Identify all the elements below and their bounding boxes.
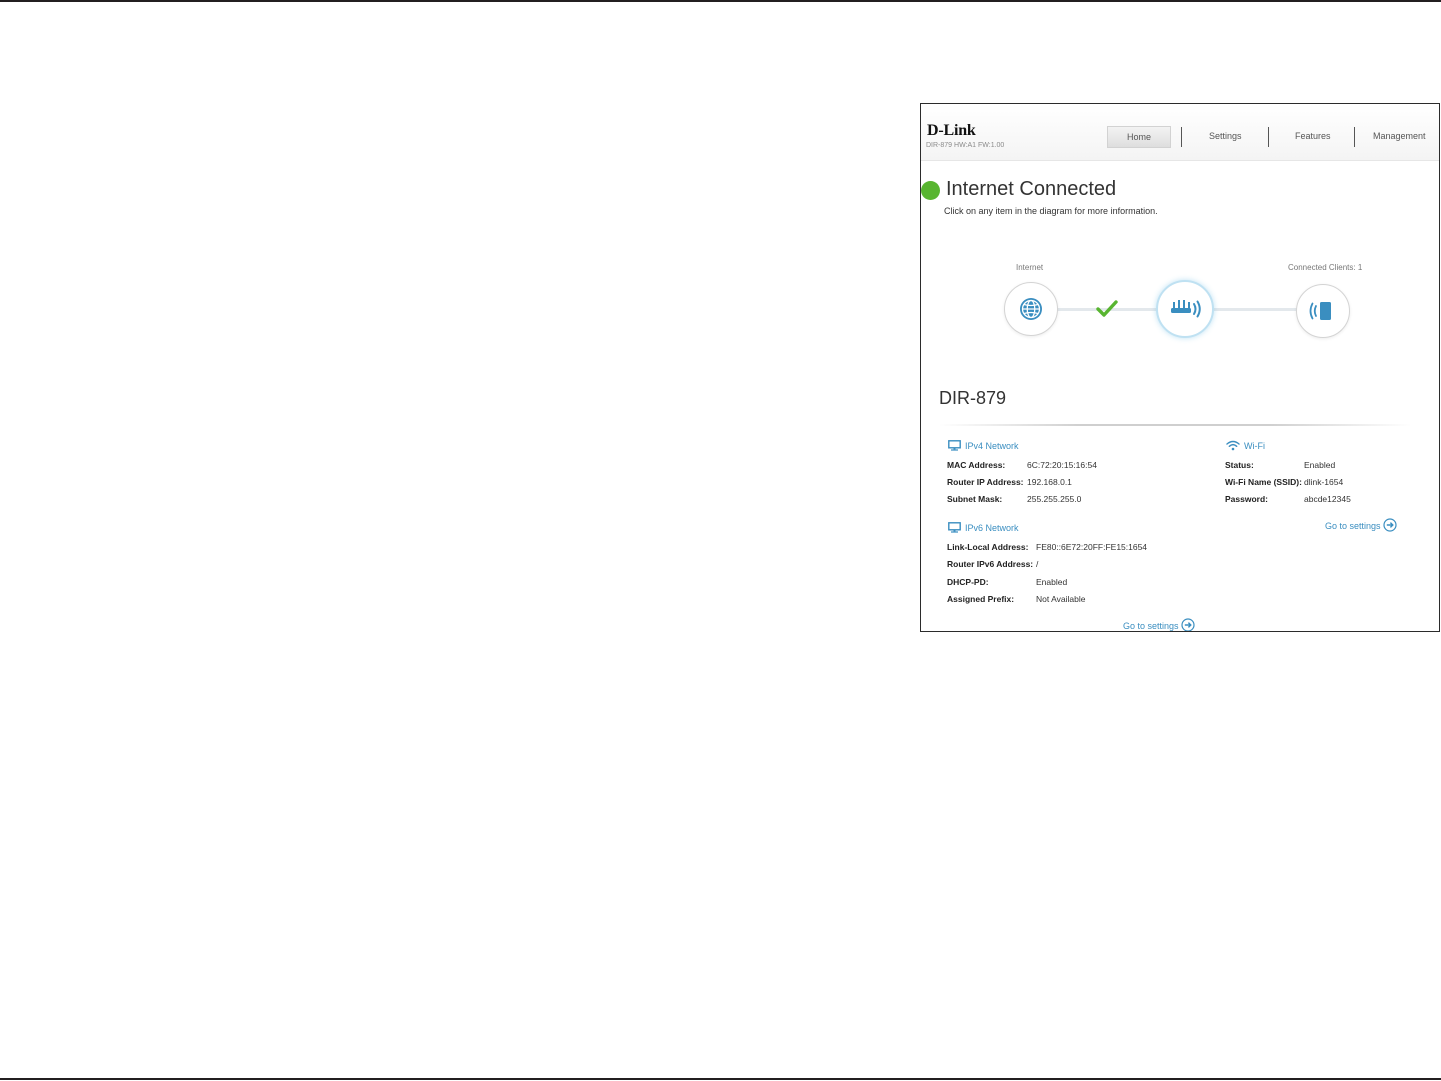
monitor-icon	[948, 440, 961, 451]
client-device-icon	[1309, 302, 1331, 320]
router-ip-label: Router IP Address:	[947, 477, 1024, 487]
wifi-heading: Wi-Fi	[1244, 441, 1265, 451]
router-ip-value: 192.168.0.1	[1027, 477, 1072, 487]
connected-clients-label: Connected Clients: 1	[1288, 263, 1363, 272]
dhcp-pd-value: Enabled	[1036, 577, 1068, 587]
router-node[interactable]	[1156, 280, 1214, 338]
page-top-rule	[0, 0, 1441, 2]
mac-address-value: 6C:72:20:15:16:54	[1027, 460, 1097, 470]
nav-features[interactable]: Features	[1295, 131, 1331, 141]
firmware-info: DIR-879 HW:A1 FW:1.00	[926, 142, 1005, 149]
nav-divider	[1354, 127, 1355, 147]
wifi-link[interactable]: Wi-Fi	[1226, 440, 1265, 451]
nav-home-label: Home	[1126, 132, 1151, 142]
dhcp-pd-label: DHCP-PD:	[947, 577, 989, 587]
dlink-logo: D-Link	[927, 122, 976, 139]
router-ipv6-value: /	[1036, 559, 1039, 569]
wifi-ssid-label: Wi-Fi Name (SSID):	[1225, 477, 1302, 487]
subnet-mask-value: 255.255.255.0	[1027, 494, 1082, 504]
nav-settings[interactable]: Settings	[1209, 131, 1242, 141]
nav-divider	[1268, 127, 1269, 147]
device-name-heading: DIR-879	[939, 388, 1007, 408]
link-local-value: FE80::6E72:20FF:FE15:1654	[1036, 542, 1148, 552]
status-indicator-icon	[921, 181, 940, 200]
wifi-go-to-settings-link[interactable]: Go to settings	[1325, 518, 1397, 532]
arrow-circle-icon	[1382, 518, 1397, 532]
internet-node[interactable]	[1004, 282, 1058, 336]
monitor-icon	[948, 522, 961, 533]
router-ui-screenshot: D-Link DIR-879 HW:A1 FW:1.00 Home Settin…	[920, 103, 1440, 632]
arrow-circle-icon	[1180, 618, 1195, 631]
router-ipv6-label: Router IPv6 Address:	[947, 559, 1034, 569]
globe-icon	[1020, 298, 1042, 320]
page-bottom-rule	[0, 1078, 1441, 1080]
top-header: D-Link DIR-879 HW:A1 FW:1.00 Home Settin…	[921, 104, 1439, 161]
nav-management[interactable]: Management	[1373, 131, 1426, 141]
subnet-mask-label: Subnet Mask:	[947, 494, 1003, 504]
status-title: Internet Connected	[946, 178, 1117, 200]
ipv4-network-link[interactable]: IPv4 Network	[948, 440, 1019, 451]
connection-line	[1211, 308, 1301, 311]
connected-clients-node[interactable]	[1296, 284, 1350, 338]
ipv6-go-to-settings-link[interactable]: Go to settings	[1123, 618, 1195, 631]
mac-address-label: MAC Address:	[947, 460, 1006, 470]
ipv6-goto-label: Go to settings	[1123, 621, 1179, 631]
assigned-prefix-label: Assigned Prefix:	[947, 594, 1015, 604]
router-icon	[1171, 300, 1201, 318]
nav-divider	[1181, 127, 1182, 147]
status-hint: Click on any item in the diagram for mor…	[944, 206, 1158, 216]
wifi-ssid-value: dlink-1654	[1304, 477, 1344, 487]
link-local-label: Link-Local Address:	[947, 542, 1029, 552]
section-divider	[939, 424, 1411, 426]
wifi-status-value: Enabled	[1304, 460, 1336, 470]
ipv6-network-link[interactable]: IPv6 Network	[948, 522, 1019, 533]
wifi-icon	[1226, 440, 1240, 451]
wifi-password-value: abcde12345	[1304, 494, 1351, 504]
ipv6-heading: IPv6 Network	[965, 523, 1019, 533]
nav-home-button[interactable]: Home	[1107, 126, 1171, 148]
ipv4-heading: IPv4 Network	[965, 441, 1019, 451]
assigned-prefix-value: Not Available	[1036, 594, 1086, 604]
wifi-password-label: Password:	[1225, 494, 1268, 504]
internet-label: Internet	[1016, 263, 1044, 272]
wifi-goto-label: Go to settings	[1325, 521, 1381, 531]
wifi-status-label: Status:	[1225, 460, 1254, 470]
checkmark-icon	[1096, 300, 1118, 317]
